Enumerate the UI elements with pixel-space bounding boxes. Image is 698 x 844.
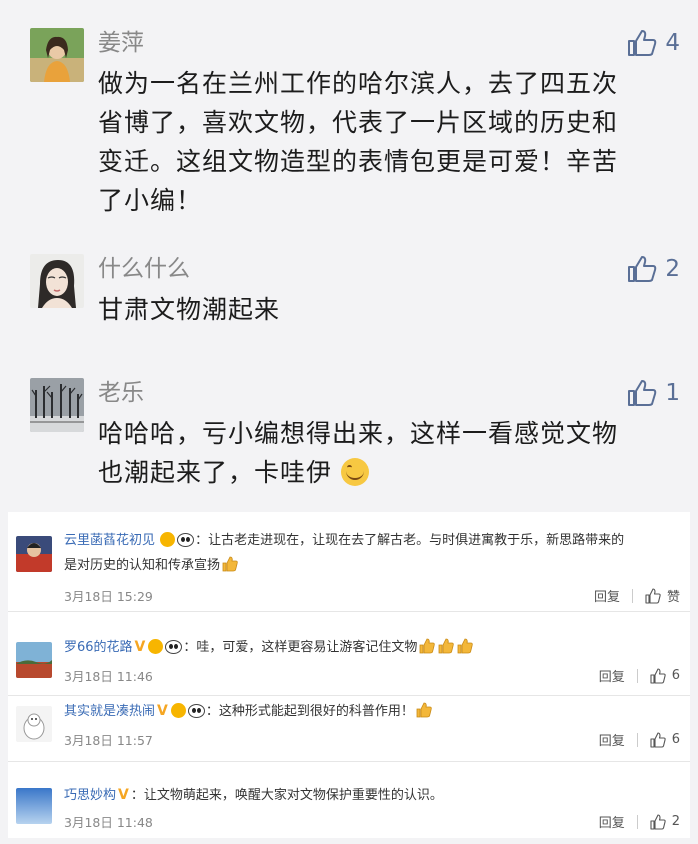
comment-timestamp: 3月18日 11:48 [64,815,153,830]
weibo-comment: 巧思妙构 V ：让文物萌起来，唤醒大家对文物保护重要性的认识。 3月18日 11:4… [8,776,690,838]
avatar[interactable] [30,254,84,308]
weibo-comment: 罗66的花路 V ：哇，可爱，这样更容易让游客记住文物 3月18日 11:46 回复… [8,628,690,696]
wechat-comment: 什么什么 2 甘肃文物潮起来 [30,254,680,344]
comment-actions: 回复 6 [599,730,680,749]
comment-text: ：哇，可爱，这样更容易让游客记住文物 [183,640,418,655]
medal-badge-icon [160,532,176,547]
comment-text: 是对历史的认知和传承宣扬 [64,558,221,573]
like-count: 6 [671,668,680,683]
comment-timestamp: 3月18日 11:46 [64,669,153,684]
comment-text: ：让古老走进现在，让现在去了解古老。与时俱进寓教于乐，新思路带来的 [195,533,625,548]
smile-emoji-icon [340,458,369,486]
avatar[interactable] [30,28,84,82]
commenter-name[interactable]: 巧思妙构 [64,788,116,803]
like-button[interactable]: 1 [627,378,680,408]
reply-button[interactable]: 回复 [599,730,625,749]
comment-text: ：让文物萌起来，唤醒大家对文物保护重要性的认识。 [130,788,443,803]
comment-line-text: 也潮起来了，卡哇伊 [98,458,333,487]
thumbs-up-emoji-icon [458,638,474,654]
like-count: 6 [671,732,680,747]
thumbs-up-icon [650,667,666,684]
comment-body: 云里菡萏花初见 ：让古老走进现在，让现在去了解古老。与时俱进寓教于乐，新思路带来… [64,530,682,577]
comment-text: ：这种形式能起到很好的科普作用！ [205,704,414,719]
vip-v-badge-icon: V [134,639,146,655]
commenter-name[interactable]: 老乐 [98,378,144,408]
comment-text: 哈哈哈，亏小编想得出来，这样一看感觉文物 也潮起来了，卡哇伊 [98,414,688,492]
avatar[interactable] [16,788,52,824]
like-label: 赞 [666,590,680,605]
comment-line: 变迁。这组文物造型的表情包更是可爱！辛苦 [98,147,619,176]
comment-body: 其实就是凑热闹 V ：这种形式能起到很好的科普作用！ [64,700,682,726]
avatar[interactable] [16,706,52,742]
comment-text: 甘肃文物潮起来 [98,290,688,329]
commenter-name[interactable]: 云里菡萏花初见 [64,533,155,548]
commenter-name[interactable]: 罗66的花路 [64,640,133,655]
thumbs-up-emoji-icon [416,702,432,718]
weibo-comment: 云里菡萏花初见 ：让古老走进现在，让现在去了解古老。与时俱进寓教于乐，新思路带来… [8,512,690,612]
like-button[interactable]: 6 [650,731,680,748]
comment-body: 巧思妙构 V ：让文物萌起来，唤醒大家对文物保护重要性的认识。 [64,784,682,807]
divider [636,668,638,683]
thumbs-up-emoji-icon [222,556,238,572]
thumbs-up-icon [650,731,666,748]
panda-badge-icon [177,533,195,547]
vip-v-badge-icon: V [157,703,168,719]
panda-badge-icon [187,704,205,718]
comment-line: 了小编！ [98,186,203,215]
like-button[interactable]: 2 [627,254,680,284]
thumbs-up-icon [628,380,657,406]
user-badges [147,639,183,662]
like-button[interactable]: 2 [650,813,680,830]
comment-actions: 回复 2 [599,812,680,831]
wechat-comment: 老乐 1 哈哈哈，亏小编想得出来，这样一看感觉文物 也潮起来了，卡哇伊 [30,378,680,498]
vip-v-badge-icon: V [118,787,129,803]
comment-line: 做为一名在兰州工作的哈尔滨人，去了四五次 [98,69,619,98]
comment-text: 做为一名在兰州工作的哈尔滨人，去了四五次 省博了，喜欢文物，代表了一片区域的历史… [98,64,688,220]
comment-actions: 回复 赞 [594,586,680,605]
thumbs-up-icon [628,256,657,282]
avatar[interactable] [30,378,84,432]
divider [636,814,638,829]
comment-line: 也潮起来了，卡哇伊 [98,453,688,492]
divider [631,588,633,603]
weibo-comment: 其实就是凑热闹 V ：这种形式能起到很好的科普作用！ 3月18日 11:57 回复 … [8,696,690,762]
like-count: 4 [665,30,680,56]
like-button[interactable]: 6 [650,667,680,684]
user-badges [170,703,206,726]
thumbs-up-icon [650,813,666,830]
thumbs-up-emoji-icon [420,638,436,654]
commenter-name[interactable]: 姜萍 [98,28,144,58]
comment-line: 省博了，喜欢文物，代表了一片区域的历史和 [98,108,619,137]
like-button[interactable]: 4 [627,28,680,58]
like-count: 1 [665,380,680,406]
user-badges [159,532,195,555]
wechat-comment: 姜萍 4 做为一名在兰州工作的哈尔滨人，去了四五次 省博了，喜欢文物，代表了一片… [30,28,680,228]
wechat-comment-section: 姜萍 4 做为一名在兰州工作的哈尔滨人，去了四五次 省博了，喜欢文物，代表了一片… [0,0,698,510]
panda-badge-icon [165,640,183,654]
comment-line: 哈哈哈，亏小编想得出来，这样一看感觉文物 [98,419,619,448]
avatar[interactable] [16,536,52,572]
comment-body: 罗66的花路 V ：哇，可爱，这样更容易让游客记住文物 [64,636,682,662]
comment-timestamp: 3月18日 11:57 [64,733,153,748]
comment-actions: 回复 6 [599,666,680,685]
medal-badge-icon [170,703,186,718]
weibo-comment-section: 云里菡萏花初见 ：让古老走进现在，让现在去了解古老。与时俱进寓教于乐，新思路带来… [8,512,690,838]
comment-line: 甘肃文物潮起来 [98,295,281,324]
reply-button[interactable]: 回复 [599,812,625,831]
medal-badge-icon [148,639,164,654]
thumbs-up-icon [645,587,661,604]
thumbs-up-icon [628,30,657,56]
reply-button[interactable]: 回复 [599,666,625,685]
like-button[interactable]: 赞 [645,586,680,605]
commenter-name[interactable]: 什么什么 [98,254,190,284]
divider [636,732,638,747]
reply-button[interactable]: 回复 [594,586,620,605]
thumbs-up-emoji-icon [439,638,455,654]
like-count: 2 [665,256,680,282]
comment-timestamp: 3月18日 15:29 [64,589,153,604]
like-count: 2 [671,814,680,829]
commenter-name[interactable]: 其实就是凑热闹 [64,704,155,719]
avatar[interactable] [16,642,52,678]
